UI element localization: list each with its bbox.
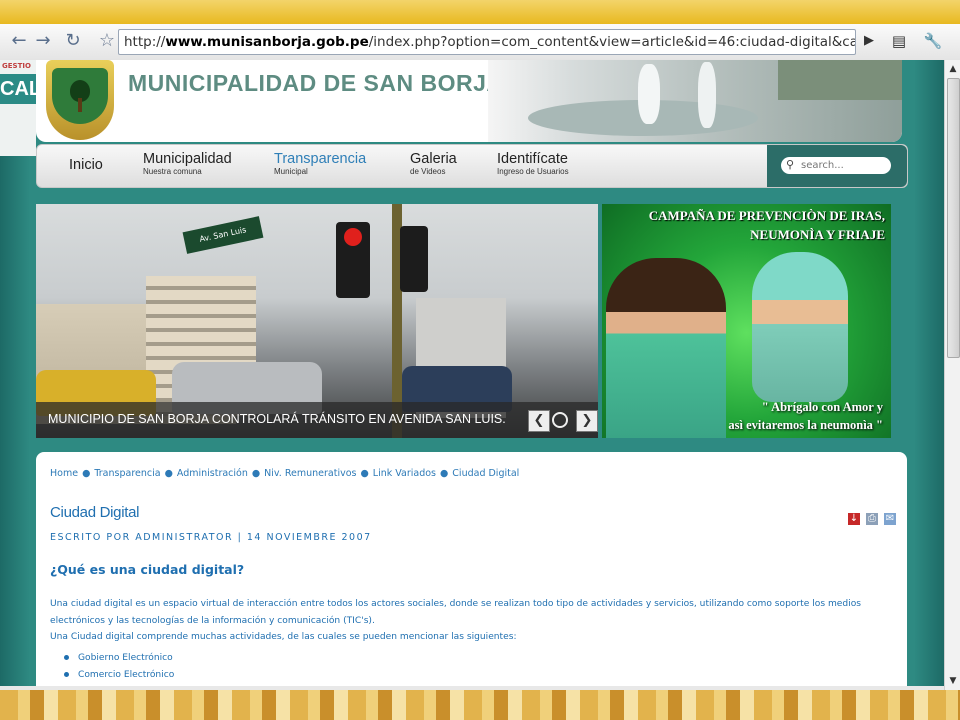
reload-icon[interactable]: ↻ [62,30,84,52]
side-brand-big-text: CAL [0,74,41,104]
web-page: GESTIO CAL MUNICIPALIDAD DE SAN BORJA In… [0,60,944,690]
browser-toolbar: ← → ↻ ☆ http://www.munisanborja.gob.pe/i… [0,24,960,61]
nav-label: Inicio [69,157,103,173]
main-navigation: Inicio Municipalidad Nuestra comuna Tran… [36,144,908,188]
forward-icon[interactable]: → [32,30,54,52]
taskbar-image-strip [0,690,960,720]
campaign-title-line1: CAMPAÑA DE PREVENCIÒN DE IRAS, [648,208,885,223]
news-slider: Av. San Luis MUNICIPIO DE SAN BORJA CONT… [36,204,598,438]
article-heading: ¿Qué es una ciudad digital? [50,562,245,577]
tools-wrench-icon[interactable]: 🔧 [922,30,944,52]
url-domain: www.munisanborja.gob.pe [165,34,369,50]
slider-caption-bar: MUNICIPIO DE SAN BORJA CONTROLARÁ TRÁNSI… [36,402,598,438]
slider-indicator-icon[interactable] [552,412,568,428]
campaign-title: CAMPAÑA DE PREVENCIÒN DE IRAS, NEUMONÌA … [602,206,885,244]
breadcrumb: Home ● Transparencia ● Administración ● Niv. R… [50,468,520,479]
campaign-banner[interactable]: CAMPAÑA DE PREVENCIÒN DE IRAS, NEUMONÌA … [602,204,891,438]
list-item: Comercio Electrónico [64,667,174,684]
article-meta: ESCRITO POR ADMINISTRATOR | 14 NOVIEMBRE… [50,532,372,543]
window-top-strip [0,0,960,24]
breadcrumb-item[interactable]: Home [50,468,78,479]
site-header: MUNICIPALIDAD DE SAN BORJA [36,60,902,142]
nav-sublabel: Nuestra comuna [143,167,202,176]
search-area: ⚲ [767,145,907,187]
article-title[interactable]: Ciudad Digital [50,504,139,521]
address-bar[interactable]: http://www.munisanborja.gob.pe/index.php… [118,29,856,55]
nav-label: Transparencia [274,151,367,167]
slider-prev-icon[interactable]: ❮ [528,410,550,432]
vertical-scrollbar[interactable]: ▲ ▼ [944,60,960,690]
side-brand-logo: GESTIO CAL [0,60,41,156]
article-tools: ↓ ⎙ ✉ [842,506,896,525]
article-list: Gobierno Electrónico Comercio Electrónic… [64,650,174,684]
list-item: Gobierno Electrónico [64,650,174,667]
article-paragraph: Una ciudad digital es un espacio virtual… [50,599,861,626]
mother-figure [606,258,726,438]
breadcrumb-item[interactable]: Transparencia [94,468,160,479]
municipal-shield-logo[interactable] [46,60,114,140]
nav-item-galeria[interactable]: Galeria de Videos [410,151,457,176]
nav-item-inicio[interactable]: Inicio [69,157,103,173]
site-title[interactable]: MUNICIPALIDAD DE SAN BORJA [128,70,503,97]
search-icon: ⚲ [786,158,795,171]
print-icon[interactable]: ⎙ [866,513,878,525]
slider-next-icon[interactable]: ❯ [576,410,598,432]
article-body: Una ciudad digital es un espacio virtual… [50,596,900,646]
breadcrumb-item[interactable]: Administración [177,468,248,479]
nav-label: Galeria [410,151,457,167]
page-menu-icon[interactable]: ▤ [888,30,910,52]
scroll-down-icon[interactable]: ▼ [946,674,960,688]
search-input[interactable] [781,157,891,174]
scroll-thumb[interactable] [947,78,960,358]
campaign-title-line2: NEUMONÌA Y FRIAJE [750,227,885,242]
header-fountain-photo [488,60,902,142]
slider-caption[interactable]: MUNICIPIO DE SAN BORJA CONTROLARÁ TRÁNSI… [48,412,506,426]
article-paragraph: Una Ciudad digital comprende muchas acti… [50,632,517,642]
article-panel: Home ● Transparencia ● Administración ● Niv. R… [36,452,907,690]
pdf-icon[interactable]: ↓ [848,513,860,525]
email-icon[interactable]: ✉ [884,513,896,525]
bookmark-star-icon[interactable]: ☆ [96,30,118,52]
go-icon[interactable]: ▶ [858,30,880,52]
side-brand-top-text: GESTIO [2,62,31,70]
nav-label: Municipalidad [143,151,232,167]
breadcrumb-item[interactable]: Link Variados [373,468,436,479]
campaign-slogan: " Abrígalo con Amor y asì evitaremos la … [728,398,883,434]
nav-sublabel: de Videos [410,167,446,176]
nav-item-municipalidad[interactable]: Municipalidad Nuestra comuna [143,151,232,176]
scroll-up-icon[interactable]: ▲ [946,62,960,76]
url-prefix: http:// [124,34,166,50]
campaign-slogan-line2: asì evitaremos la neumonìa " [728,418,883,432]
nav-item-transparencia[interactable]: Transparencia Municipal [274,151,366,176]
nav-sublabel: Municipal [274,167,308,176]
nav-item-identificate[interactable]: Identifícate Ingreso de Usuarios [497,151,569,176]
breadcrumb-current: Ciudad Digital [452,468,520,479]
campaign-slogan-line1: " Abrígalo con Amor y [761,400,883,414]
back-icon[interactable]: ← [8,30,30,52]
breadcrumb-item[interactable]: Niv. Remunerativos [264,468,356,479]
baby-figure [752,252,848,402]
street-sign: Av. San Luis [182,216,264,254]
nav-sublabel: Ingreso de Usuarios [497,167,569,176]
nav-label: Identifícate [497,151,568,167]
url-path: /index.php?option=com_content&view=artic… [368,34,855,50]
